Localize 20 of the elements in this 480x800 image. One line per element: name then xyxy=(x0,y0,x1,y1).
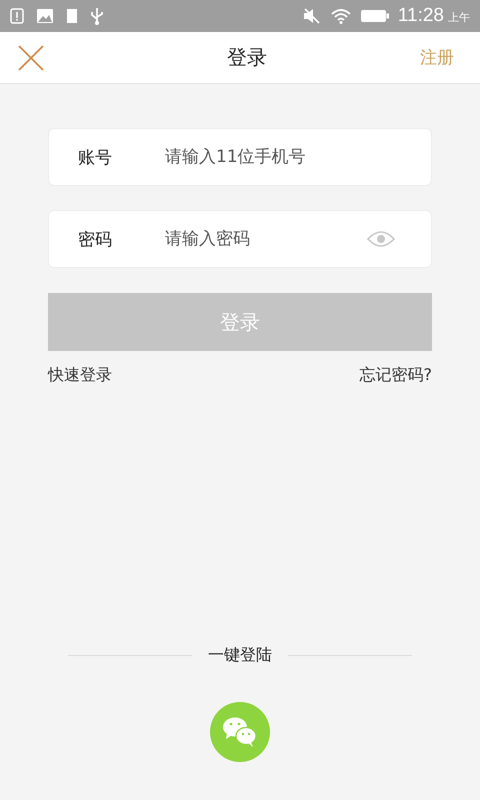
image-icon xyxy=(36,8,54,24)
chat-bubbles-icon[interactable] xyxy=(210,702,270,762)
input-field[interactable]: 请输入11位手机号 xyxy=(163,146,395,168)
status-period: 上午 xyxy=(448,10,470,25)
alert-icon xyxy=(10,8,24,24)
wifi-icon xyxy=(330,8,352,24)
usb-icon xyxy=(90,7,104,25)
input-field[interactable]: 请输入密码 xyxy=(163,228,367,250)
page-title: 登录 xyxy=(227,44,267,71)
field-label: 密码 xyxy=(78,228,113,250)
one-click-login-label: 一键登陆 xyxy=(208,645,272,666)
sd-card-icon xyxy=(66,8,78,24)
battery-icon xyxy=(360,8,390,24)
close-icon[interactable] xyxy=(18,44,44,70)
eye-icon[interactable] xyxy=(367,230,395,248)
status-time: 11:28 xyxy=(398,5,444,27)
quick-login-link[interactable]: 快速登录 xyxy=(48,365,112,386)
muted-speaker-icon xyxy=(302,7,322,25)
field-label: 账号 xyxy=(78,146,113,168)
forgot-password-link[interactable]: 忘记密码? xyxy=(360,365,432,386)
